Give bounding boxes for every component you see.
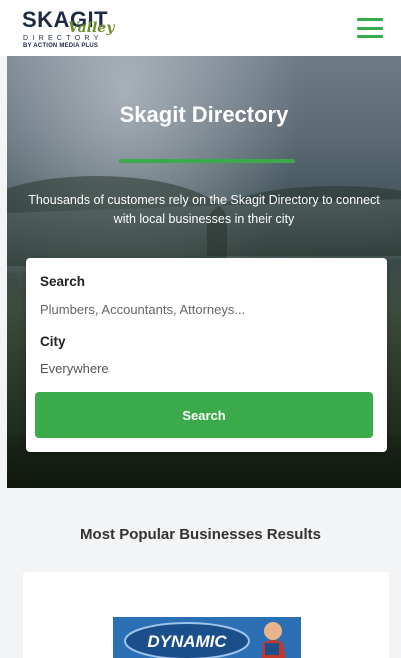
menu-bar: [357, 18, 383, 21]
hero-divider: [119, 159, 295, 163]
menu-bar: [357, 35, 383, 38]
site-logo[interactable]: SKAGIT Valley DIRECTORY BY ACTION MEDIA …: [22, 5, 132, 51]
city-label: City: [40, 334, 66, 349]
business-logo[interactable]: DYNAMIC: [113, 617, 301, 658]
business-logo-text: DYNAMIC: [147, 632, 227, 651]
hero-description: Thousands of customers rely on the Skagi…: [28, 193, 380, 226]
logo-byline: BY ACTION MEDIA PLUS: [23, 43, 99, 49]
search-label: Search: [40, 274, 86, 289]
popular-section-title: Most Popular Businesses Results: [80, 526, 321, 543]
site-header: SKAGIT Valley DIRECTORY BY ACTION MEDIA …: [0, 0, 401, 56]
logo-subtitle: DIRECTORY: [23, 35, 103, 42]
city-input[interactable]: [40, 358, 370, 378]
menu-bar: [357, 26, 383, 30]
page: SKAGIT Valley DIRECTORY BY ACTION MEDIA …: [0, 0, 401, 658]
search-input[interactable]: [40, 299, 370, 319]
logo-script-text: Valley: [68, 20, 115, 36]
search-button[interactable]: Search: [35, 392, 373, 438]
business-card[interactable]: DYNAMIC: [23, 572, 389, 658]
hero-title: Skagit Directory: [119, 102, 289, 127]
hamburger-menu-icon[interactable]: [357, 18, 383, 38]
search-form: Search City Search: [26, 258, 387, 452]
